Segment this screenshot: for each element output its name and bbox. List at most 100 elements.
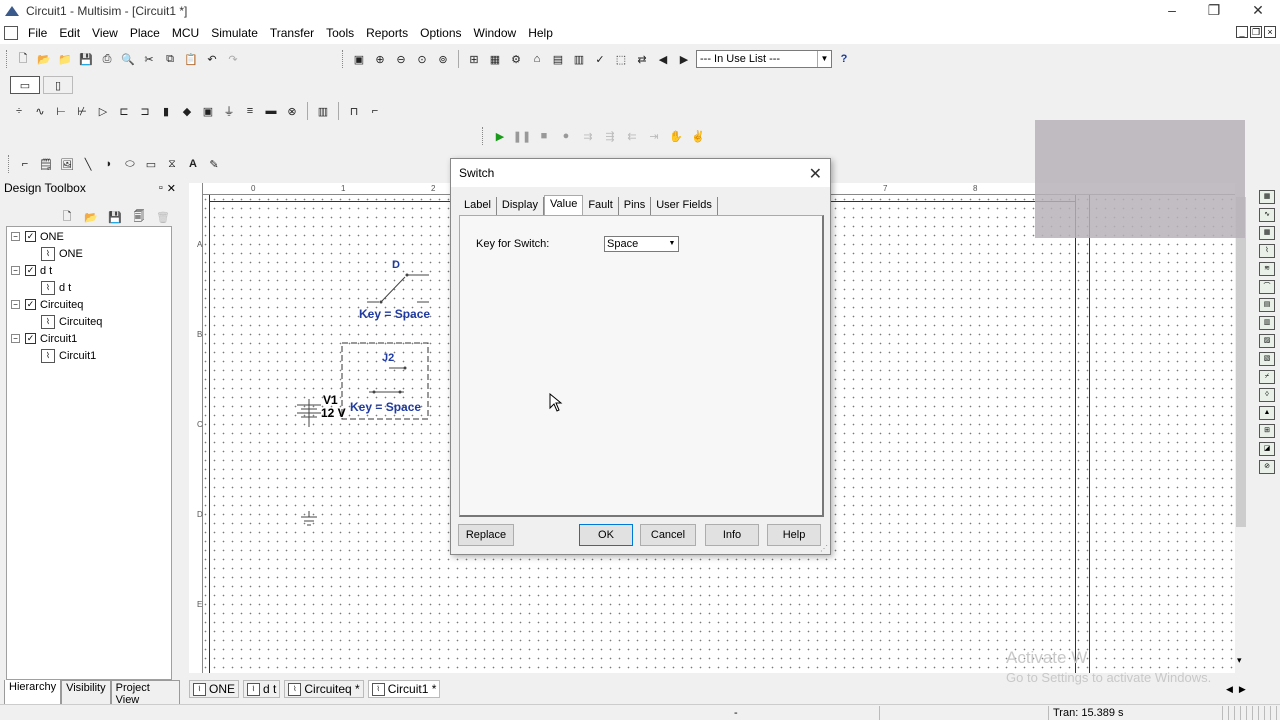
stop-icon[interactable]: ■: [535, 127, 553, 145]
four-channel-oscilloscope-icon[interactable]: ≋: [1259, 262, 1275, 276]
checkbox-icon[interactable]: ✓: [25, 299, 36, 310]
spreadsheet-icon[interactable]: ▦: [486, 50, 504, 68]
doc-tab-circuiteq[interactable]: ⌇ Circuiteq *: [284, 680, 364, 698]
misc-icon[interactable]: ≡: [241, 102, 259, 120]
minimize-button[interactable]: –: [1152, 2, 1192, 18]
tree-node-circuit1[interactable]: − ✓ Circuit1: [11, 330, 77, 347]
tab-label[interactable]: Label: [459, 197, 497, 215]
step-out-icon[interactable]: ⇇: [623, 127, 641, 145]
zoom-fit-icon[interactable]: ⊚: [434, 50, 452, 68]
in-use-list-select[interactable]: --- In Use List --- ▼: [696, 50, 832, 68]
oscilloscope-icon[interactable]: ⌇: [1259, 244, 1275, 258]
ttl-icon[interactable]: ⊏: [115, 102, 133, 120]
menu-help[interactable]: Help: [522, 22, 559, 44]
info-button[interactable]: Info: [705, 524, 759, 546]
delete-sheet-icon[interactable]: 🗑: [154, 208, 172, 226]
tab-display[interactable]: Display: [497, 197, 544, 215]
menu-simulate[interactable]: Simulate: [205, 22, 264, 44]
tree-leaf-circuit1[interactable]: ⌇ Circuit1: [41, 347, 96, 364]
spectrum-analyzer-icon[interactable]: ▲: [1259, 406, 1275, 420]
zoom-out-icon[interactable]: ⊖: [392, 50, 410, 68]
zoom-area-icon[interactable]: ⊙: [413, 50, 431, 68]
indicator-icon[interactable]: ▣: [199, 102, 217, 120]
save-sheet-icon[interactable]: 💾: [106, 208, 124, 226]
collapse-icon[interactable]: −: [11, 266, 20, 275]
step-into-icon[interactable]: ⇉: [579, 127, 597, 145]
component-wizard-icon[interactable]: ⌂: [528, 50, 546, 68]
cmos-icon[interactable]: ⊐: [136, 102, 154, 120]
open-sample-icon[interactable]: 📁: [56, 50, 74, 68]
tree-node-circuiteq[interactable]: − ✓ Circuiteq: [11, 296, 83, 313]
toolbox-toggle-icon[interactable]: ⊞: [465, 50, 483, 68]
doc-tab-one[interactable]: ⌇ ONE: [189, 680, 240, 698]
tab-user-fields[interactable]: User Fields: [651, 197, 718, 215]
toolbox-autohide-icon[interactable]: ▫: [159, 182, 163, 195]
erc-icon[interactable]: ▥: [570, 50, 588, 68]
zoom-in-icon[interactable]: ⊕: [371, 50, 389, 68]
replace-button[interactable]: Replace: [458, 524, 514, 546]
collapse-icon[interactable]: −: [11, 232, 20, 241]
new-sheet-icon[interactable]: 🗋: [58, 208, 76, 226]
transfer-icon[interactable]: ⇄: [633, 50, 651, 68]
help-button[interactable]: Help: [767, 524, 821, 546]
doc-tab-circuit1[interactable]: ⌇ Circuit1 *: [367, 680, 441, 698]
tab-value[interactable]: Value: [544, 195, 584, 215]
breadboard-view-icon[interactable]: ▯: [43, 76, 73, 94]
toolbox-close-icon[interactable]: ✕: [167, 182, 176, 195]
paste-icon[interactable]: 📋: [182, 50, 200, 68]
pause-icon[interactable]: ❚❚: [513, 127, 531, 145]
close-button[interactable]: ✕: [1238, 2, 1278, 19]
comment-icon[interactable]: 🗒: [37, 155, 55, 173]
dialog-title-bar[interactable]: Switch: [451, 159, 830, 187]
print-preview-icon[interactable]: 🔍: [119, 50, 137, 68]
toolbar-grip[interactable]: [8, 155, 11, 173]
word-generator-icon[interactable]: ▥: [1259, 316, 1275, 330]
copy-icon[interactable]: ⧉: [161, 50, 179, 68]
scroll-down-icon[interactable]: ▾: [1237, 655, 1242, 666]
arc-icon[interactable]: ◗: [100, 155, 118, 173]
step-over-icon[interactable]: ⇶: [601, 127, 619, 145]
mdi-minimize-icon[interactable]: _: [1236, 26, 1248, 38]
battery-v1[interactable]: [297, 399, 321, 427]
doc-tab-dt[interactable]: ⌇ d t: [243, 680, 281, 698]
function-generator-icon[interactable]: ∿: [1259, 208, 1275, 222]
checkbox-icon[interactable]: ✓: [25, 265, 36, 276]
scroll-right-icon[interactable]: ▶: [1239, 684, 1246, 695]
checkbox-icon[interactable]: ✓: [25, 333, 36, 344]
checkbox-icon[interactable]: ✓: [25, 231, 36, 242]
menu-options[interactable]: Options: [414, 22, 467, 44]
basic-icon[interactable]: ∿: [31, 102, 49, 120]
schematic-view-icon[interactable]: ▭: [10, 76, 40, 94]
full-screen-icon[interactable]: ▣: [350, 50, 368, 68]
tree-node-dt[interactable]: − ✓ d t: [11, 262, 52, 279]
menu-view[interactable]: View: [86, 22, 124, 44]
line-icon[interactable]: ╲: [79, 155, 97, 173]
distortion-analyzer-icon[interactable]: ◊: [1259, 388, 1275, 402]
document-icon[interactable]: [4, 26, 18, 40]
electromechanical-icon[interactable]: ⊗: [283, 102, 301, 120]
multimeter-icon[interactable]: ▦: [1259, 190, 1275, 204]
wire-icon[interactable]: ⌐: [16, 155, 34, 173]
menu-window[interactable]: Window: [468, 22, 523, 44]
pen-icon[interactable]: ✎: [205, 155, 223, 173]
undo-icon[interactable]: ↶: [203, 50, 221, 68]
ok-button[interactable]: OK: [579, 524, 633, 546]
menu-place[interactable]: Place: [124, 22, 166, 44]
menu-mcu[interactable]: MCU: [166, 22, 205, 44]
bus-icon[interactable]: ⌐: [366, 102, 384, 120]
logic-analyzer-icon[interactable]: ▨: [1259, 334, 1275, 348]
postprocessor-icon[interactable]: ▤: [549, 50, 567, 68]
run-icon[interactable]: ▶: [491, 127, 509, 145]
print-icon[interactable]: ⎙: [98, 50, 116, 68]
diode-icon[interactable]: ⊢: [52, 102, 70, 120]
redo-icon[interactable]: ↷: [224, 50, 242, 68]
network-analyzer-icon[interactable]: ⊞: [1259, 424, 1275, 438]
open-sheet-icon[interactable]: 📂: [82, 208, 100, 226]
tree-node-one[interactable]: − ✓ ONE: [11, 228, 64, 245]
bode-plotter-icon[interactable]: ⌒: [1259, 280, 1275, 294]
current-probe-icon[interactable]: ⊘: [1259, 460, 1275, 474]
picture-icon[interactable]: 🖼: [58, 155, 76, 173]
ellipse-icon[interactable]: ⬭: [121, 155, 139, 173]
logic-converter-icon[interactable]: ▧: [1259, 352, 1275, 366]
cancel-button[interactable]: Cancel: [640, 524, 696, 546]
